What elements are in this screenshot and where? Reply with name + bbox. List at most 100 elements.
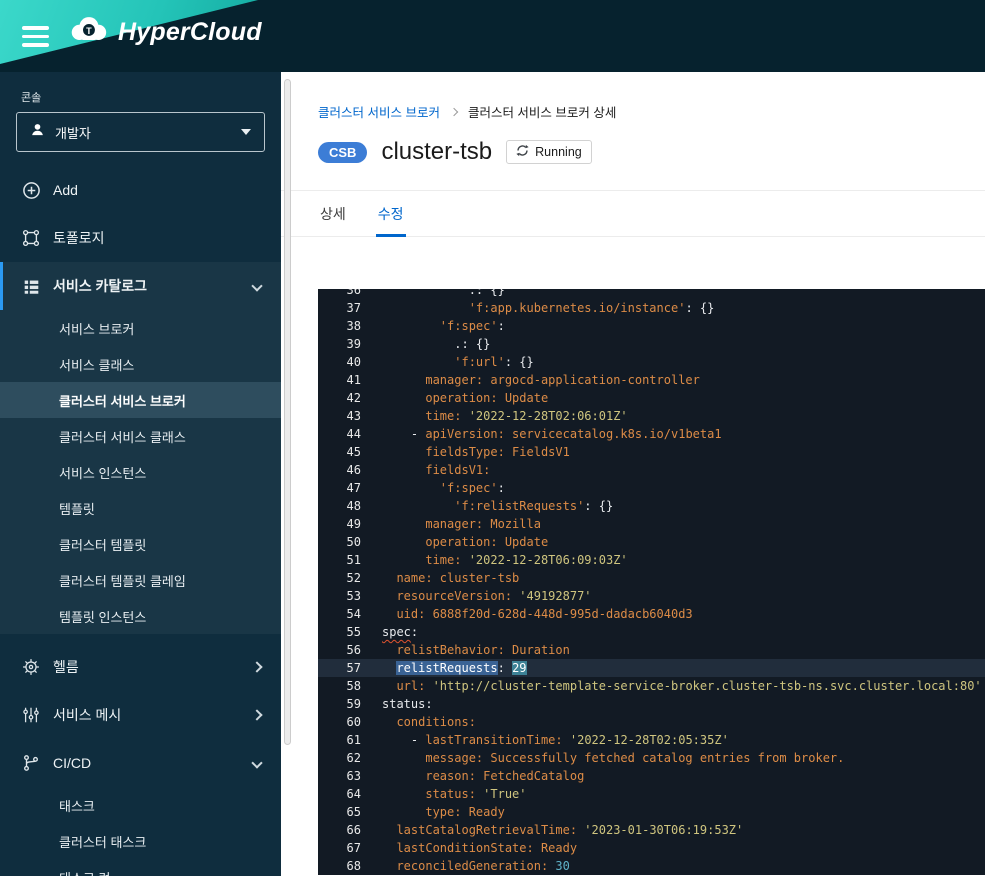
sidebar-item-service-class[interactable]: 서비스 클래스 [0,346,281,382]
line-number: 40 [318,353,382,371]
yaml-editor-lines: 36 .: {}37 'f:app.kubernetes.io/instance… [318,289,985,875]
sidebar-item-service-instance[interactable]: 서비스 인스턴스 [0,454,281,490]
code-line[interactable]: 63 reason: FetchedCatalog [318,767,985,785]
line-number: 57 [318,659,382,677]
breadcrumb: 클러스터 서비스 브로커 클러스터 서비스 브로커 상세 [318,102,965,121]
code-line[interactable]: 38 'f:spec': [318,317,985,335]
sidebar-item-template[interactable]: 템플릿 [0,490,281,526]
code-line[interactable]: 60 conditions: [318,713,985,731]
tab-detail[interactable]: 상세 [318,191,348,237]
code-line[interactable]: 48 'f:relistRequests': {} [318,497,985,515]
line-number: 55 [318,623,382,641]
sidebar-item-cluster-template[interactable]: 클러스터 템플릿 [0,526,281,562]
nav-group-cicd: CI/CD 태스크 클러스터 태스크 태스크 런 [0,739,281,876]
sidebar-item-cluster-service-broker[interactable]: 클러스터 서비스 브로커 [0,382,281,418]
sub-item-label: 클러스터 서비스 클래스 [59,427,186,446]
tab-edit[interactable]: 수정 [376,191,406,237]
sub-item-label: 태스크 [59,796,95,815]
code-line[interactable]: 54 uid: 6888f20d-628d-448d-995d-dadacb60… [318,605,985,623]
line-number: 42 [318,389,382,407]
line-number: 44 [318,425,382,443]
chevron-down-icon [251,757,262,768]
code-line[interactable]: 36 .: {} [318,289,985,299]
page-title: cluster-tsb [381,138,492,166]
perspective-switcher[interactable]: 개발자 [16,112,265,152]
sidebar-item-template-instance[interactable]: 템플릿 인스턴스 [0,598,281,634]
sidebar-item-task-run[interactable]: 태스크 런 [0,859,281,876]
sync-icon [516,144,529,160]
code-line[interactable]: 68 reconciledGeneration: 30 [318,857,985,875]
sidebar-item-service-mesh[interactable]: 서비스 메시 [0,691,281,739]
title-row: CSB cluster-tsb Running [318,135,965,169]
code-line[interactable]: 53 resourceVersion: '49192877' [318,587,985,605]
sidebar-item-service-broker[interactable]: 서비스 브로커 [0,310,281,346]
sidebar-item-add[interactable]: Add [0,166,281,214]
sidebar-item-helm[interactable]: 헬름 [0,643,281,691]
code-line[interactable]: 49 manager: Mozilla [318,515,985,533]
code-line[interactable]: 50 operation: Update [318,533,985,551]
code-line[interactable]: 64 status: 'True' [318,785,985,803]
sidebar-item-task[interactable]: 태스크 [0,787,281,823]
code-line[interactable]: 39 .: {} [318,335,985,353]
page-head: 클러스터 서비스 브로커 클러스터 서비스 브로커 상세 CSB cluster… [281,72,985,169]
sidebar-item-label: 서비스 메시 [53,705,121,725]
user-icon [30,122,45,142]
tab-bar: 상세 수정 [281,191,985,237]
vertical-scrollbar[interactable] [284,79,291,745]
code-line[interactable]: 67 lastConditionState: Ready [318,839,985,857]
code-line[interactable]: 47 'f:spec': [318,479,985,497]
sub-item-label: 서비스 브로커 [59,319,134,338]
code-line[interactable]: 44 - apiVersion: servicecatalog.k8s.io/v… [318,425,985,443]
code-line[interactable]: 46 fieldsV1: [318,461,985,479]
code-line[interactable]: 41 manager: argocd-application-controlle… [318,371,985,389]
sidebar-item-cluster-task[interactable]: 클러스터 태스크 [0,823,281,859]
catalog-icon [21,278,41,295]
cloud-logo-icon: T [66,15,110,49]
code-line[interactable]: 62 message: Successfully fetched catalog… [318,749,985,767]
sidebar: 콘솔 개발자 Add [0,72,281,876]
console-label: 콘솔 [21,89,281,105]
sidebar-item-cicd[interactable]: CI/CD [0,739,281,787]
svg-text:T: T [86,26,92,36]
sidebar-item-label: 서비스 카탈로그 [53,276,147,296]
sub-item-label: 서비스 클래스 [59,355,134,374]
sub-item-label: 클러스터 템플릿 클레임 [59,571,186,590]
yaml-editor[interactable]: 36 .: {}37 'f:app.kubernetes.io/instance… [318,289,985,875]
breadcrumb-link[interactable]: 클러스터 서비스 브로커 [318,102,440,121]
sidebar-item-cluster-template-claim[interactable]: 클러스터 템플릿 클레임 [0,562,281,598]
code-line[interactable]: 37 'f:app.kubernetes.io/instance': {} [318,299,985,317]
code-line[interactable]: 58 url: 'http://cluster-template-service… [318,677,985,695]
caret-down-icon [241,129,251,135]
sub-item-label: 서비스 인스턴스 [59,463,146,482]
chevron-right-icon [251,709,262,720]
code-line[interactable]: 40 'f:url': {} [318,353,985,371]
code-line[interactable]: 57 relistRequests: 29 [318,659,985,677]
topology-icon [21,229,41,247]
sidebar-item-service-catalog[interactable]: 서비스 카탈로그 [0,262,281,310]
code-line[interactable]: 51 time: '2022-12-28T06:09:03Z' [318,551,985,569]
hamburger-menu-icon[interactable] [22,26,49,47]
brand-logo[interactable]: T HyperCloud [66,15,262,49]
sidebar-item-cluster-service-class[interactable]: 클러스터 서비스 클래스 [0,418,281,454]
code-line[interactable]: 43 time: '2022-12-28T02:06:01Z' [318,407,985,425]
code-line[interactable]: 42 operation: Update [318,389,985,407]
sidebar-item-label: Add [53,182,78,198]
code-line[interactable]: 55spec: [318,623,985,641]
code-line[interactable]: 52 name: cluster-tsb [318,569,985,587]
chevron-right-icon [251,661,262,672]
sidebar-item-label: 토폴로지 [53,228,105,248]
sub-item-label: 클러스터 태스크 [59,832,146,851]
line-number: 67 [318,839,382,857]
line-number: 61 [318,731,382,749]
service-mesh-icon [21,706,41,724]
code-line[interactable]: 61 - lastTransitionTime: '2022-12-28T02:… [318,731,985,749]
sidebar-item-topology[interactable]: 토폴로지 [0,214,281,262]
code-line[interactable]: 56 relistBehavior: Duration [318,641,985,659]
code-line[interactable]: 66 lastCatalogRetrievalTime: '2023-01-30… [318,821,985,839]
main-content: 클러스터 서비스 브로커 클러스터 서비스 브로커 상세 CSB cluster… [281,72,985,876]
code-line[interactable]: 45 fieldsType: FieldsV1 [318,443,985,461]
code-line[interactable]: 59status: [318,695,985,713]
code-line[interactable]: 65 type: Ready [318,803,985,821]
app-window: T HyperCloud 콘솔 개발자 [0,0,985,876]
line-number: 65 [318,803,382,821]
